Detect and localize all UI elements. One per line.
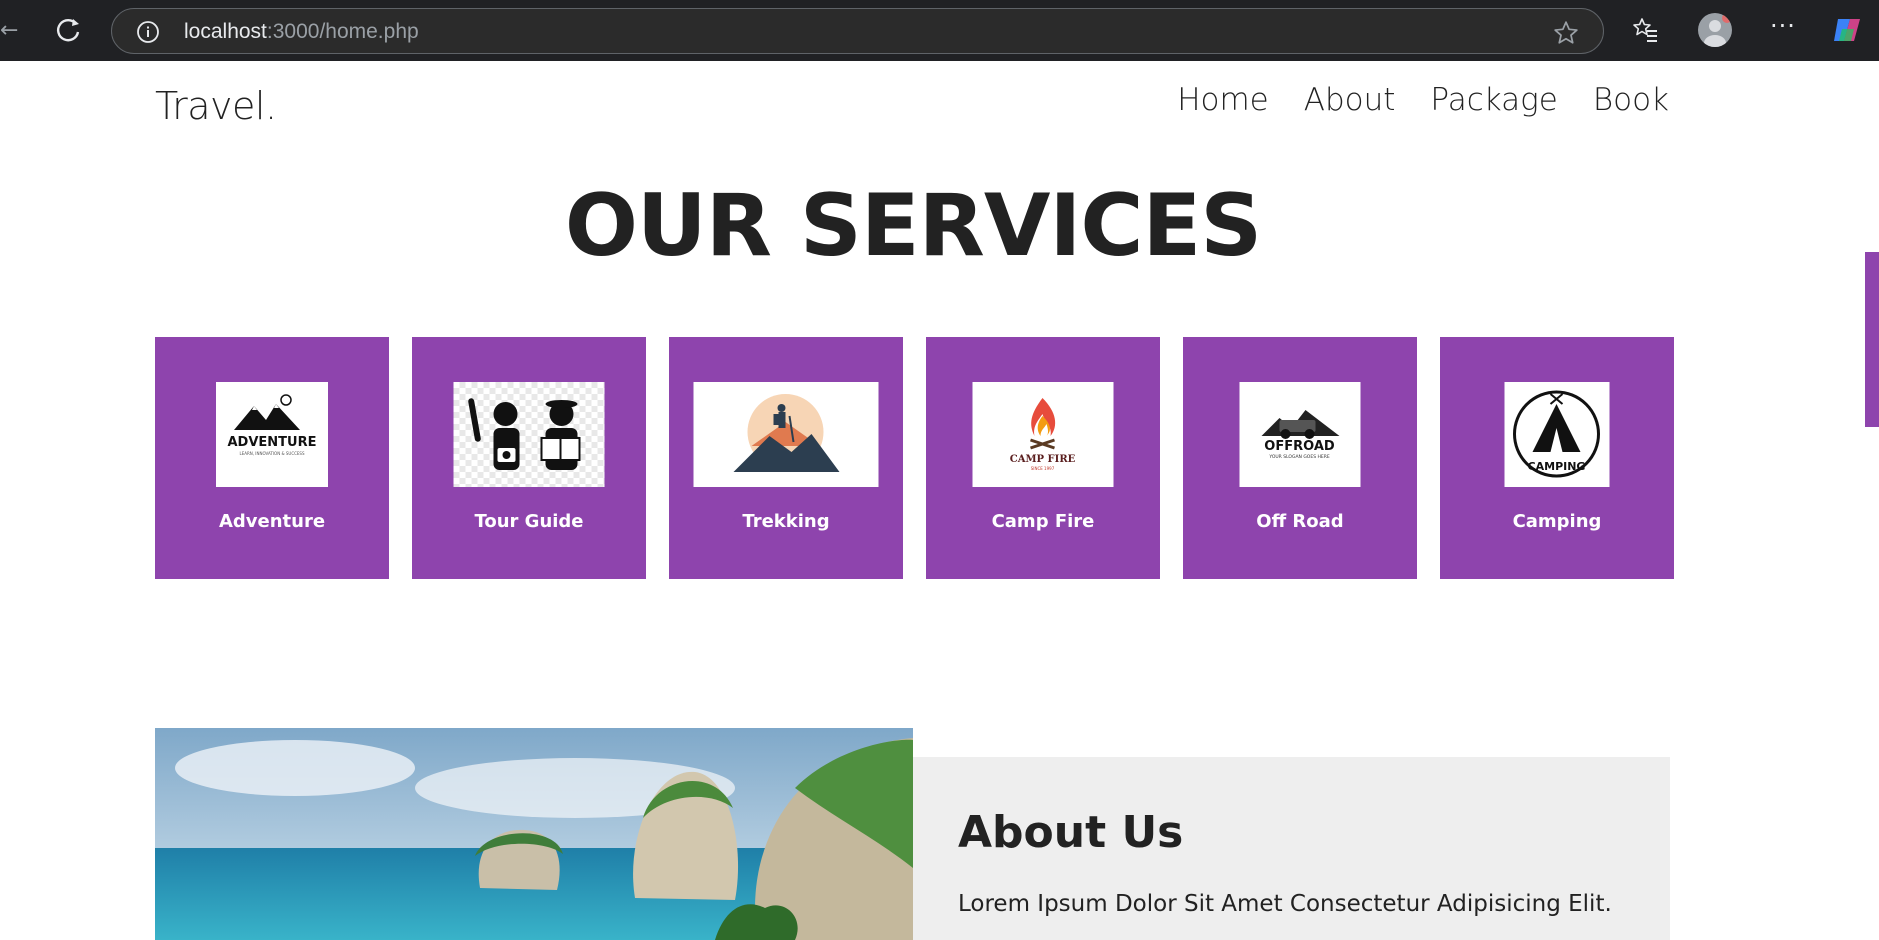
reload-icon[interactable]	[52, 14, 84, 46]
web-page: Travel. Home About Package Book OUR SERV…	[0, 61, 1879, 940]
copilot-icon[interactable]	[1830, 13, 1864, 47]
service-label: Camp Fire	[991, 511, 1095, 532]
off-road-logo-sub: YOUR SLOGAN GOES HERE	[1268, 454, 1330, 460]
profile-avatar[interactable]	[1698, 13, 1732, 47]
nav-package[interactable]: Package	[1430, 82, 1557, 118]
about-title: About Us	[958, 807, 1184, 858]
service-label: Off Road	[1256, 511, 1344, 532]
url-host: localhost	[184, 20, 267, 43]
adventure-logo-sub: LEARN, INNOVATION & SUCCESS	[239, 451, 305, 456]
service-card-tour-guide[interactable]: Tour Guide	[412, 337, 646, 579]
camp-fire-logo-image: CAMP FIRE SINCE 1997	[972, 382, 1114, 487]
service-label: Tour Guide	[474, 511, 584, 532]
url-path: :3000/home.php	[266, 20, 419, 43]
address-bar[interactable]: localhost:3000/home.php	[111, 8, 1604, 54]
services-cards: ADVENTURE LEARN, INNOVATION & SUCCESS Ad…	[155, 337, 1674, 579]
adventure-logo-image: ADVENTURE LEARN, INNOVATION & SUCCESS	[216, 382, 328, 487]
favorites-list-icon[interactable]	[1631, 16, 1659, 44]
service-label: Camping	[1512, 511, 1602, 532]
nav-book[interactable]: Book	[1593, 82, 1669, 118]
favorite-star-icon[interactable]	[1553, 20, 1579, 46]
scrollbar-thumb[interactable]	[1865, 252, 1879, 427]
camping-logo-image: CAMPING	[1504, 382, 1610, 487]
nav-home[interactable]: Home	[1177, 82, 1269, 118]
service-card-adventure[interactable]: ADVENTURE LEARN, INNOVATION & SUCCESS Ad…	[155, 337, 389, 579]
service-label: Adventure	[218, 511, 326, 532]
off-road-logo-image: OFFROAD YOUR SLOGAN GOES HERE	[1239, 382, 1361, 487]
notification-dot	[1722, 13, 1732, 23]
camping-logo-text: CAMPING	[1528, 460, 1586, 473]
service-card-camping[interactable]: CAMPING Camping	[1440, 337, 1674, 579]
browser-toolbar: ← localhost:3000/home.php ···	[0, 0, 1879, 61]
services-title: OUR SERVICES	[564, 176, 1262, 276]
nav-about[interactable]: About	[1304, 82, 1396, 118]
about-panel: About Us Lorem Ipsum Dolor Sit Amet Cons…	[913, 757, 1670, 940]
service-label: Trekking	[742, 511, 830, 532]
off-road-logo-text: OFFROAD	[1264, 439, 1335, 454]
camp-fire-logo-text: CAMP FIRE	[1010, 454, 1076, 465]
tour-guide-image	[453, 382, 605, 487]
back-arrow-icon[interactable]: ←	[0, 18, 18, 44]
site-info-icon[interactable]	[136, 20, 160, 44]
url-text: localhost:3000/home.php	[184, 18, 419, 46]
adventure-logo-text: ADVENTURE	[228, 435, 317, 450]
about-image	[155, 728, 913, 940]
trekking-image	[693, 382, 879, 487]
about-text: Lorem Ipsum Dolor Sit Amet Consectetur A…	[958, 891, 1612, 917]
service-card-off-road[interactable]: OFFROAD YOUR SLOGAN GOES HERE Off Road	[1183, 337, 1417, 579]
service-card-camp-fire[interactable]: CAMP FIRE SINCE 1997 Camp Fire	[926, 337, 1160, 579]
more-menu-icon[interactable]: ···	[1768, 14, 1798, 44]
service-card-trekking[interactable]: Trekking	[669, 337, 903, 579]
camp-fire-logo-sub: SINCE 1997	[1031, 466, 1055, 471]
site-logo[interactable]: Travel.	[155, 84, 277, 128]
main-nav: Home About Package Book	[1177, 82, 1669, 118]
